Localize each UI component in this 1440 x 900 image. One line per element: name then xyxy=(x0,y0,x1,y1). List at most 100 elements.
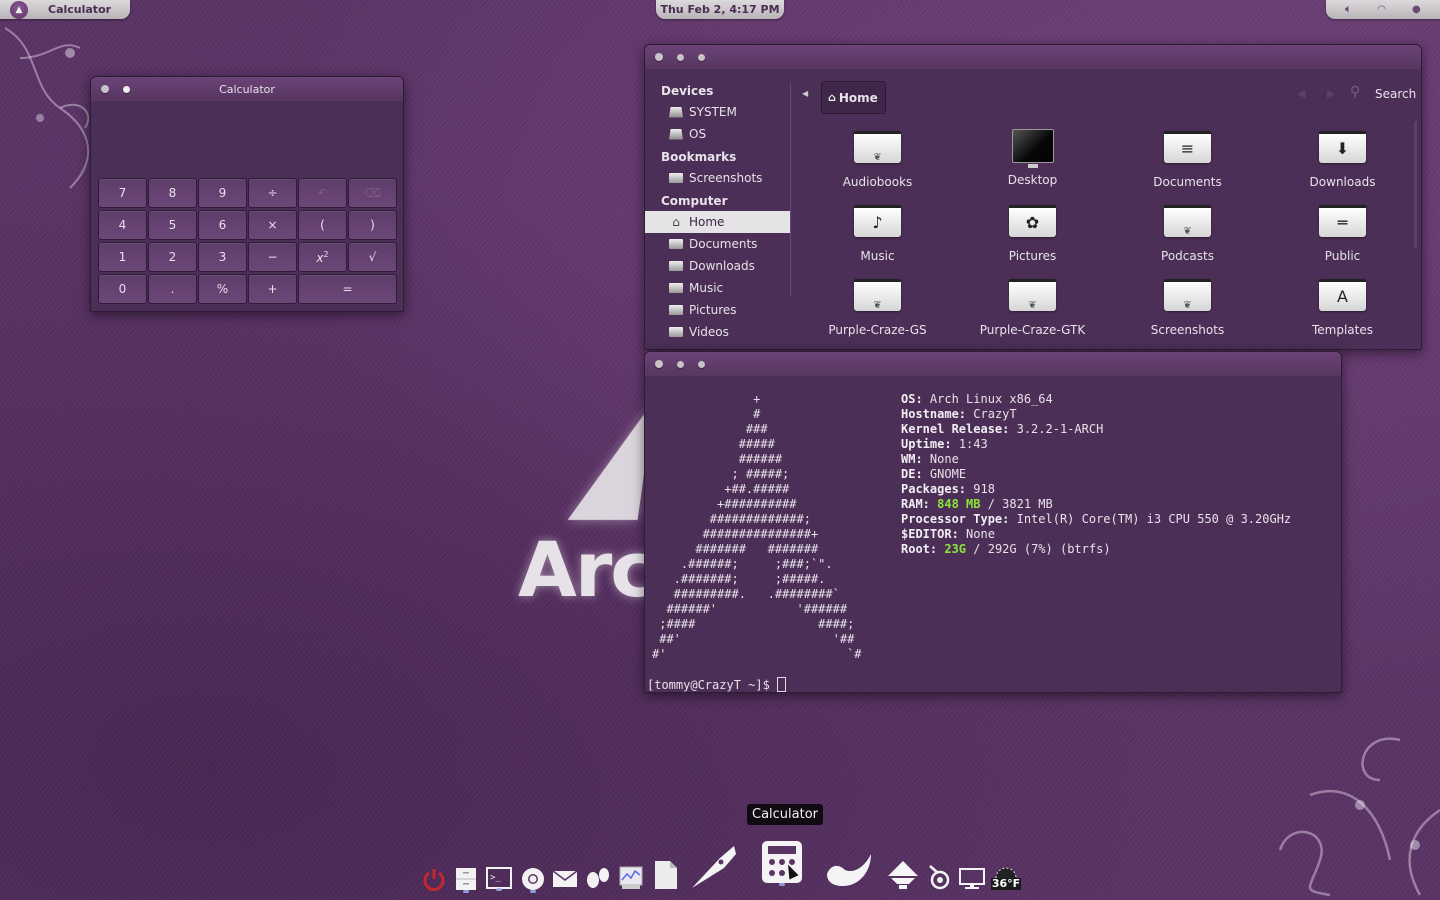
key-label: √ xyxy=(368,250,377,264)
key-close-paren[interactable]: ) xyxy=(348,210,397,240)
key-percent[interactable]: % xyxy=(198,274,247,304)
sidebar-item-pictures[interactable]: Pictures xyxy=(645,299,791,321)
mail-icon[interactable] xyxy=(552,868,578,888)
key-decimal[interactable]: . xyxy=(148,274,197,304)
key-0[interactable]: 0 xyxy=(98,274,147,304)
key-6[interactable]: 6 xyxy=(198,210,247,240)
maximize-button[interactable] xyxy=(698,360,705,368)
minimize-button[interactable] xyxy=(677,53,684,61)
status-area: 🔈︎ ◠ ● xyxy=(1326,0,1440,19)
key-label: 9 xyxy=(218,186,227,200)
wallpaper-swirl-bottom-right xyxy=(1278,737,1440,897)
chrome-icon[interactable] xyxy=(520,865,546,893)
key-1[interactable]: 1 xyxy=(98,242,147,272)
terminal-titlebar[interactable] xyxy=(645,352,1341,376)
app-menu[interactable]: ▲ Calculator xyxy=(0,0,130,19)
search-icon[interactable]: ⚲ xyxy=(1350,84,1360,100)
maximize-button[interactable] xyxy=(698,53,705,61)
key-multiply[interactable]: × xyxy=(248,210,297,240)
wifi-icon[interactable]: ◠ xyxy=(1378,4,1386,15)
sidebar-item-screenshots[interactable]: Screenshots xyxy=(645,167,791,189)
weather-icon[interactable]: 36°F xyxy=(989,864,1023,892)
ascii-line: ###### xyxy=(652,452,783,466)
desktop-icon xyxy=(1011,129,1054,168)
key-7[interactable]: 7 xyxy=(98,178,147,208)
key-4[interactable]: 4 xyxy=(98,210,147,240)
file-item[interactable]: ♪ Music xyxy=(800,203,955,277)
file-item[interactable]: ❦ Purple-Craze-GTK xyxy=(955,277,1110,349)
breadcrumb-left-arrow-icon[interactable]: ◀ xyxy=(802,89,808,98)
minimize-button[interactable] xyxy=(677,360,684,368)
file-cabinet-icon[interactable] xyxy=(454,865,478,893)
key-divide[interactable]: ÷ xyxy=(248,178,297,208)
display-icon[interactable] xyxy=(959,866,985,890)
info-row: RAM: 848 MB / 3821 MB xyxy=(901,497,1053,511)
minimize-button[interactable] xyxy=(123,85,130,93)
close-button[interactable] xyxy=(655,360,663,368)
libreoffice-icon[interactable] xyxy=(653,860,679,890)
terminal-prompt[interactable]: [tommy@CrazyT ~]$ xyxy=(647,677,787,692)
file-item[interactable]: Desktop xyxy=(955,129,1110,203)
sidebar-item-downloads[interactable]: Downloads xyxy=(645,255,791,277)
gimp-icon[interactable] xyxy=(825,848,873,888)
key-5[interactable]: 5 xyxy=(148,210,197,240)
sidebar-item-music[interactable]: Music xyxy=(645,277,791,299)
back-button[interactable]: ◀ xyxy=(1297,87,1305,100)
undo-button[interactable]: ↶ xyxy=(298,178,347,208)
pen-nib-icon[interactable] xyxy=(690,840,738,890)
chat-icon[interactable]: ● xyxy=(1412,4,1421,15)
backspace-button[interactable]: ⌫ xyxy=(348,178,397,208)
key-subtract[interactable]: − xyxy=(248,242,297,272)
calculator-titlebar[interactable]: Calculator xyxy=(91,77,403,101)
drive-icon xyxy=(669,106,683,118)
key-sqrt[interactable]: √ xyxy=(348,242,397,272)
close-button[interactable] xyxy=(101,85,109,93)
key-9[interactable]: 9 xyxy=(198,178,247,208)
file-item[interactable]: ❦ Podcasts xyxy=(1110,203,1265,277)
file-item[interactable]: ⬇ Downloads xyxy=(1265,129,1420,203)
breadcrumb-home[interactable]: ⌂ Home xyxy=(821,81,886,114)
info-row: Kernel Release: 3.2.2-1-ARCH xyxy=(901,422,1103,436)
key-add[interactable]: + xyxy=(248,274,297,304)
file-item[interactable]: ≡ Documents xyxy=(1110,129,1265,203)
info-value: 3.2.2-1-ARCH xyxy=(1016,422,1104,436)
file-item[interactable]: ═ Public xyxy=(1265,203,1420,277)
info-value: 918 xyxy=(973,482,995,496)
file-manager-titlebar[interactable] xyxy=(645,45,1421,69)
system-monitor-icon[interactable] xyxy=(618,866,644,890)
sidebar-divider[interactable] xyxy=(790,83,791,297)
key-open-paren[interactable]: ( xyxy=(298,210,347,240)
key-label: 0 xyxy=(118,282,127,296)
folder-public-icon: ═ xyxy=(1319,205,1366,237)
file-item[interactable]: ❦ Purple-Craze-GS xyxy=(800,277,955,349)
power-icon[interactable] xyxy=(421,863,447,891)
forward-button[interactable]: ▶ xyxy=(1327,87,1335,100)
file-item[interactable]: ✿ Pictures xyxy=(955,203,1110,277)
inkscape-icon[interactable] xyxy=(887,858,919,890)
volume-icon[interactable]: 🔈︎ xyxy=(1345,4,1351,15)
blender-icon[interactable] xyxy=(927,862,951,890)
terminal-icon[interactable]: >_ xyxy=(486,867,512,891)
sidebar-item-system[interactable]: SYSTEM xyxy=(645,101,791,123)
file-item[interactable]: A Templates xyxy=(1265,277,1420,349)
scrollbar[interactable] xyxy=(1414,121,1417,249)
search-button[interactable]: Search xyxy=(1375,87,1416,101)
sidebar-item-videos[interactable]: Videos xyxy=(645,321,791,343)
footprints-icon[interactable] xyxy=(585,866,611,890)
sidebar-item-home[interactable]: ⌂ Home xyxy=(645,211,791,233)
close-button[interactable] xyxy=(655,53,663,61)
key-2[interactable]: 2 xyxy=(148,242,197,272)
key-3[interactable]: 3 xyxy=(198,242,247,272)
file-item[interactable]: ❦ Audiobooks xyxy=(800,129,955,203)
sidebar-item-documents[interactable]: Documents xyxy=(645,233,791,255)
sidebar-heading-computer: Computer xyxy=(661,194,728,208)
clock[interactable]: Thu Feb 2, 4:17 PM xyxy=(656,0,784,19)
ascii-line: ###############+ xyxy=(652,527,819,541)
key-8[interactable]: 8 xyxy=(148,178,197,208)
key-equals[interactable]: = xyxy=(298,274,397,304)
file-item[interactable]: ❦ Screenshots xyxy=(1110,277,1265,349)
key-square[interactable]: x2 xyxy=(298,242,347,272)
sidebar-item-os[interactable]: OS xyxy=(645,123,791,145)
sidebar-item-label: Screenshots xyxy=(689,171,763,185)
calculator-icon[interactable] xyxy=(760,838,804,886)
